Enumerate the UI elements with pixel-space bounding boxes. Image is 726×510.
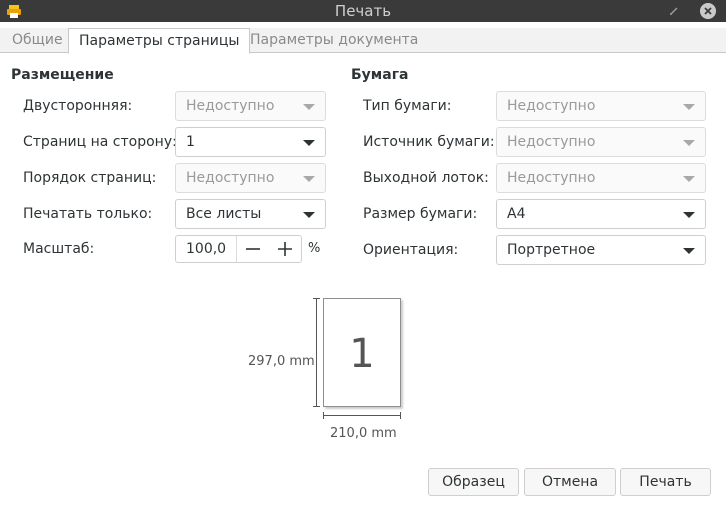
page-order-select: Недоступно xyxy=(175,163,326,193)
pages-per-side-value: 1 xyxy=(186,134,195,150)
page-order-label: Порядок страниц: xyxy=(23,170,157,186)
page-width-label: 210,0 mm xyxy=(330,426,397,441)
chevron-down-icon xyxy=(303,212,315,218)
spin-divider xyxy=(236,236,237,262)
two-sided-label: Двусторонняя: xyxy=(23,98,133,114)
page-order-value: Недоступно xyxy=(186,170,275,186)
paper-section-title: Бумага xyxy=(351,67,409,83)
chevron-down-icon xyxy=(683,140,695,146)
paper-size-label: Размер бумаги: xyxy=(363,206,478,222)
tab-page-setup[interactable]: Параметры страницы xyxy=(68,28,251,54)
two-sided-value: Недоступно xyxy=(186,98,275,114)
chevron-down-icon xyxy=(303,140,315,146)
orientation-label: Ориентация: xyxy=(363,242,459,258)
minimize-icon[interactable] xyxy=(666,3,682,19)
paper-source-select: Недоступно xyxy=(496,127,706,157)
tab-general[interactable]: Общие xyxy=(2,28,73,53)
title-bar: Печать xyxy=(0,0,726,22)
minus-icon[interactable] xyxy=(244,240,262,258)
height-ruler xyxy=(313,298,320,407)
scale-unit: % xyxy=(308,241,321,256)
only-print-value: Все листы xyxy=(186,206,262,222)
only-print-label: Печатать только: xyxy=(23,206,153,222)
output-tray-label: Выходной лоток: xyxy=(363,170,489,186)
paper-source-label: Источник бумаги: xyxy=(363,134,495,150)
paper-type-select: Недоступно xyxy=(496,91,706,121)
chevron-down-icon xyxy=(683,248,695,254)
scale-value[interactable]: 100,0 xyxy=(186,241,226,257)
pages-per-side-label: Страниц на сторону: xyxy=(23,134,177,150)
window-title: Печать xyxy=(334,2,392,20)
paper-size-value: A4 xyxy=(507,206,526,222)
only-print-select[interactable]: Все листы xyxy=(175,199,326,229)
tab-document-settings[interactable]: Параметры документа xyxy=(240,28,428,53)
orientation-select[interactable]: Портретное xyxy=(496,235,706,265)
tab-bar: Общие Параметры страницы Параметры докум… xyxy=(0,28,726,54)
close-icon[interactable] xyxy=(700,3,716,19)
output-tray-select: Недоступно xyxy=(496,163,706,193)
paper-size-select[interactable]: A4 xyxy=(496,199,706,229)
chevron-down-icon xyxy=(683,176,695,182)
page-preview-number: 1 xyxy=(349,331,375,377)
cancel-button[interactable]: Отмена xyxy=(524,468,616,496)
width-ruler xyxy=(323,412,401,419)
plus-icon[interactable] xyxy=(276,240,294,258)
layout-section-title: Размещение xyxy=(11,67,114,83)
paper-type-label: Тип бумаги: xyxy=(363,98,452,114)
scale-spinbutton[interactable]: 100,0 xyxy=(175,235,302,263)
chevron-down-icon xyxy=(683,212,695,218)
output-tray-value: Недоступно xyxy=(507,170,596,186)
paper-type-value: Недоступно xyxy=(507,98,596,114)
chevron-down-icon xyxy=(303,104,315,110)
page-height-label: 297,0 mm xyxy=(248,354,315,369)
two-sided-select: Недоступно xyxy=(175,91,326,121)
print-button[interactable]: Печать xyxy=(620,468,711,496)
scale-label: Масштаб: xyxy=(23,241,95,257)
print-dialog: Печать Общие Параметры страницы Параметр… xyxy=(0,0,726,510)
orientation-value: Портретное xyxy=(507,242,596,258)
page-preview: 1 xyxy=(323,298,401,407)
preview-button[interactable]: Образец xyxy=(428,468,519,496)
chevron-down-icon xyxy=(683,104,695,110)
pages-per-side-select[interactable]: 1 xyxy=(175,127,326,157)
paper-source-value: Недоступно xyxy=(507,134,596,150)
chevron-down-icon xyxy=(303,176,315,182)
